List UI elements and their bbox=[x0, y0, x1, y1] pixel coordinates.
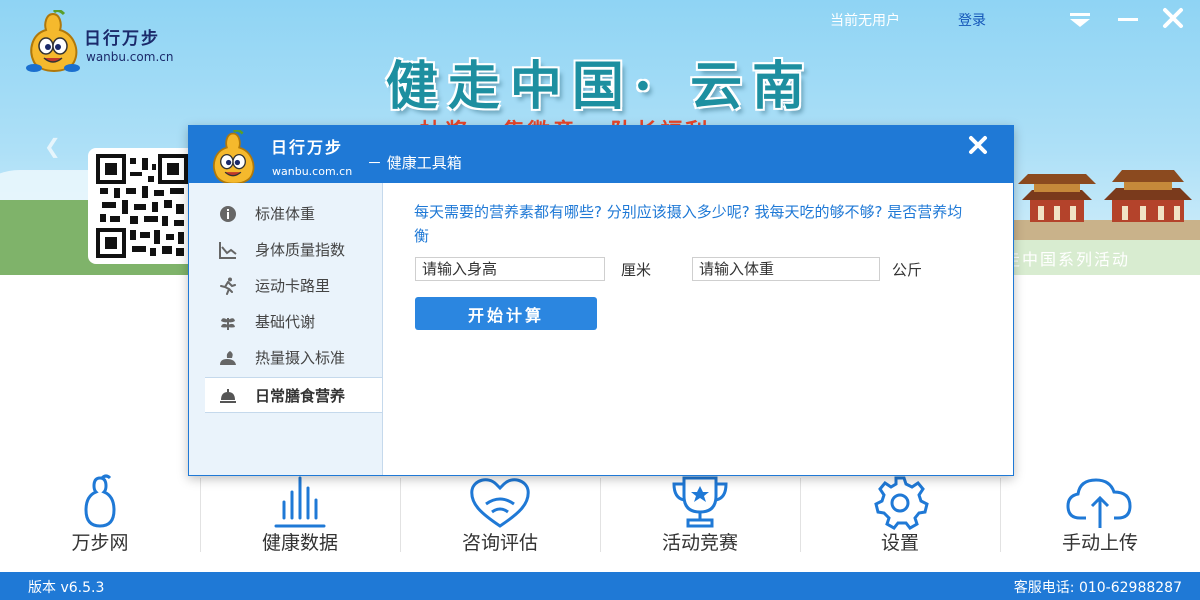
sidebar-item-daily-nutrition[interactable]: 日常膳食营养 bbox=[205, 377, 382, 413]
nav-item-health-data[interactable]: 健康数据 bbox=[200, 460, 400, 570]
sidebar-item-calorie-intake[interactable]: 热量摄入标准 bbox=[189, 340, 382, 374]
hotline-label: 客服电话: 010-62988287 bbox=[1013, 580, 1182, 596]
close-icon bbox=[1163, 8, 1183, 28]
nav-item-wanbu[interactable]: 万步网 bbox=[0, 460, 200, 570]
sidebar-item-label: 身体质量指数 bbox=[255, 241, 346, 259]
dish-icon bbox=[220, 389, 236, 403]
height-input[interactable] bbox=[415, 257, 605, 281]
version-label: 版本 v6.5.3 bbox=[28, 580, 105, 596]
gear-icon bbox=[874, 476, 929, 530]
health-toolbox-dialog: 日行万步 wanbu.com.cn － 健康工具箱 标准体重 身体质量指数 运动… bbox=[188, 125, 1014, 476]
height-unit-label: 厘米 bbox=[621, 261, 652, 279]
minimize-icon bbox=[1118, 18, 1138, 21]
carousel-prev-icon[interactable]: ❮ bbox=[44, 134, 61, 158]
dialog-title: － 健康工具箱 bbox=[367, 154, 462, 172]
banner-activity-text: 走中国系列活动 bbox=[1004, 250, 1131, 269]
nutrition-question-text: 每天需要的营养素都有哪些? 分别应该摄入多少呢? 我每天吃的够不够? 是否营养均… bbox=[414, 203, 963, 245]
sidebar-item-label: 日常膳食营养 bbox=[255, 387, 346, 405]
leaf-icon bbox=[221, 318, 235, 330]
minimize-button[interactable] bbox=[1114, 8, 1142, 30]
gourd-icon bbox=[84, 474, 116, 528]
close-button[interactable] bbox=[1158, 4, 1188, 32]
nav-item-settings[interactable]: 设置 bbox=[800, 460, 1000, 570]
weight-input[interactable] bbox=[692, 257, 880, 281]
sidebar-item-calories[interactable]: 运动卡路里 bbox=[189, 268, 382, 302]
dialog-brand-domain: wanbu.com.cn bbox=[272, 165, 353, 178]
trophy-icon bbox=[672, 476, 728, 528]
banner-title: 健走中国· 云南 bbox=[385, 56, 815, 117]
nav-label: 设置 bbox=[880, 532, 919, 554]
sidebar-item-standard-weight[interactable]: 标准体重 bbox=[189, 196, 382, 230]
nav-item-competition[interactable]: 活动竞赛 bbox=[600, 460, 800, 570]
bar-chart-icon bbox=[274, 476, 326, 528]
sidebar-item-label: 热量摄入标准 bbox=[255, 349, 346, 367]
menu-button[interactable] bbox=[1066, 8, 1094, 30]
dialog-close-button[interactable] bbox=[961, 130, 995, 160]
mascot-icon bbox=[213, 130, 255, 185]
dialog-header: 日行万步 wanbu.com.cn － 健康工具箱 bbox=[189, 126, 1013, 185]
qr-code bbox=[96, 154, 188, 258]
status-bar: 版本 v6.5.3 客服电话: 010-62988287 bbox=[0, 572, 1200, 600]
close-icon bbox=[969, 136, 987, 154]
nav-label: 万步网 bbox=[71, 532, 129, 554]
sidebar-item-label: 运动卡路里 bbox=[255, 277, 331, 295]
nav-label: 活动竞赛 bbox=[661, 532, 738, 554]
running-icon bbox=[220, 277, 236, 295]
login-link[interactable]: 登录 bbox=[958, 10, 986, 30]
nav-item-upload[interactable]: 手动上传 bbox=[1000, 460, 1200, 570]
sidebar-item-label: 基础代谢 bbox=[255, 313, 316, 331]
nav-label: 健康数据 bbox=[261, 532, 338, 554]
weight-unit-label: 公斤 bbox=[892, 261, 923, 279]
sidebar-item-bmi[interactable]: 身体质量指数 bbox=[189, 232, 382, 266]
nav-label: 咨询评估 bbox=[461, 532, 538, 554]
nav-label: 手动上传 bbox=[1061, 532, 1138, 554]
nav-item-consult[interactable]: 咨询评估 bbox=[400, 460, 600, 570]
chart-line-icon bbox=[219, 242, 237, 259]
food-icon bbox=[220, 351, 236, 365]
dialog-brand: 日行万步 bbox=[271, 138, 344, 157]
sidebar-item-metabolism[interactable]: 基础代谢 bbox=[189, 304, 382, 338]
tool-sidebar: 标准体重 身体质量指数 运动卡路里 基础代谢 热量摄入标准 日常膳食营养 bbox=[189, 183, 383, 475]
bottom-nav: 万步网 健康数据 咨询评估 活动竞赛 设置 手动上传 bbox=[0, 460, 1200, 570]
info-icon bbox=[220, 206, 236, 222]
user-status: 当前无用户 bbox=[830, 13, 900, 29]
heart-chat-icon bbox=[470, 478, 530, 528]
cloud-upload-icon bbox=[1066, 478, 1132, 528]
temple-illustration bbox=[1012, 170, 1200, 240]
start-calculation-button[interactable]: 开始计算 bbox=[415, 297, 597, 330]
sidebar-item-label: 标准体重 bbox=[255, 205, 316, 223]
dropdown-menu-icon bbox=[1070, 13, 1090, 27]
